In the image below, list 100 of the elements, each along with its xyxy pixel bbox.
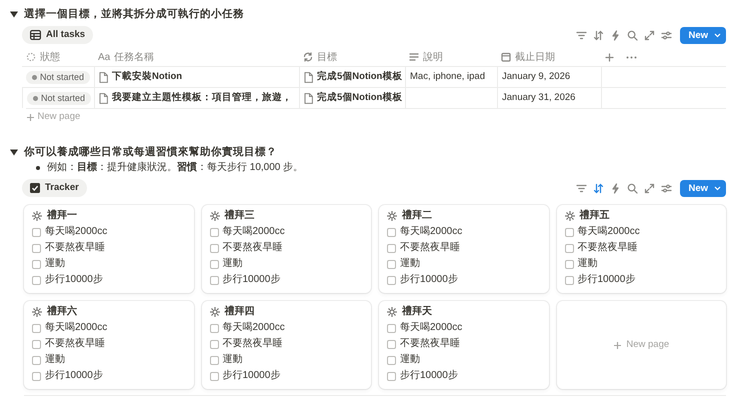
sort-icon[interactable]: [592, 30, 604, 40]
document-icon: [304, 92, 313, 104]
habit-label: 每天喝2000cc: [400, 321, 462, 335]
checkbox[interactable]: [32, 228, 41, 236]
view-tab[interactable]: All tasks: [22, 26, 94, 44]
habit-label: 不要熬夜早睡: [578, 241, 638, 255]
habit-label: 步行10000步: [222, 273, 280, 287]
column-header: 目標: [317, 50, 337, 64]
add-icon: [613, 340, 622, 350]
column-header: 狀態: [40, 50, 60, 64]
view-tab[interactable]: Tracker: [22, 179, 87, 197]
checkbox[interactable]: [210, 260, 218, 268]
checkbox[interactable]: [32, 244, 41, 252]
habit-label: 每天喝2000cc: [45, 321, 108, 335]
lightning-icon[interactable]: [610, 30, 621, 40]
checkbox[interactable]: [32, 356, 41, 364]
checkbox[interactable]: [210, 324, 218, 332]
table-cell-text: January 9, 2026: [502, 70, 570, 84]
checkbox[interactable]: [387, 276, 396, 284]
sliders-icon[interactable]: [660, 182, 672, 194]
habit-label: 運動: [400, 257, 420, 271]
habit-card[interactable]: 禮拜二 每天喝2000cc 不要熬夜早睡 運動 步行10000步: [379, 205, 548, 293]
toggle-icon[interactable]: [10, 148, 18, 156]
table-icon: [30, 30, 41, 40]
habit-card[interactable]: 禮拜六 每天喝2000cc 不要熬夜早睡 運動 步行10000步: [24, 301, 194, 389]
sun-icon: [32, 211, 42, 221]
checkbox[interactable]: [32, 340, 41, 348]
column-type-label: Aa: [98, 50, 110, 64]
card-title: 禮拜一: [47, 209, 77, 223]
table-cell-text: Mac, iphone, ipad: [410, 70, 485, 84]
checkbox[interactable]: [32, 260, 41, 268]
expand-icon[interactable]: [644, 30, 655, 40]
checkbox[interactable]: [32, 276, 41, 284]
checkbox[interactable]: [564, 244, 574, 252]
filter-icon[interactable]: [576, 182, 587, 194]
task-name[interactable]: 下載安裝Notion: [112, 70, 182, 84]
checkbox[interactable]: [387, 244, 396, 252]
habit-card[interactable]: 禮拜三 每天喝2000cc 不要熬夜早睡 運動 步行10000步: [202, 205, 371, 293]
checkbox[interactable]: [564, 228, 574, 236]
status-icon: [26, 52, 36, 62]
habit-label: 不要熬夜早睡: [45, 337, 105, 351]
lightning-icon[interactable]: [610, 182, 621, 194]
sun-icon: [210, 211, 220, 221]
habit-label: 運動: [45, 353, 65, 367]
sun-icon: [387, 307, 397, 317]
habit-label: 步行10000步: [400, 273, 458, 287]
column-header: 說明: [423, 50, 443, 64]
checkbox[interactable]: [387, 228, 396, 236]
habit-card[interactable]: 禮拜天 每天喝2000cc 不要熬夜早睡 運動 步行10000步: [379, 301, 548, 389]
search-icon[interactable]: [626, 182, 638, 194]
goal-link[interactable]: 完成5個Notion模板: [317, 90, 402, 106]
checkbox[interactable]: [32, 372, 41, 380]
checkbox[interactable]: [387, 356, 396, 364]
habit-label: 不要熬夜早睡: [222, 241, 282, 255]
habit-label: 步行10000步: [45, 273, 103, 287]
card-title: 禮拜五: [580, 209, 610, 223]
checkbox[interactable]: [564, 260, 574, 268]
habit-label: 每天喝2000cc: [45, 225, 108, 239]
task-name[interactable]: 我要建立主題性模板：項目管理，旅遊，: [112, 90, 292, 106]
habit-card[interactable]: 禮拜四 每天喝2000cc 不要熬夜早睡 運動 步行10000步: [202, 301, 371, 389]
filter-icon[interactable]: [576, 30, 587, 40]
card-title: 禮拜三: [224, 209, 254, 223]
habit-label: 運動: [578, 257, 598, 271]
habit-label: 運動: [45, 257, 65, 271]
sort-icon[interactable]: [592, 182, 604, 194]
arrows-icon: [303, 52, 313, 62]
document-icon: [99, 92, 108, 104]
sun-icon: [210, 307, 220, 317]
checkbox[interactable]: [210, 340, 218, 348]
checkbox[interactable]: [387, 372, 396, 380]
habit-card[interactable]: 禮拜一 每天喝2000cc 不要熬夜早睡 運動 步行10000步: [24, 205, 194, 293]
checkbox[interactable]: [210, 372, 218, 380]
more-icon[interactable]: [626, 56, 637, 58]
add-icon[interactable]: [605, 52, 614, 62]
card-title: 禮拜六: [47, 305, 77, 319]
goal-link[interactable]: 完成5個Notion模板: [317, 70, 402, 84]
section-heading: 你可以養成哪些日常或每週習慣來幫助你實現目標？: [24, 145, 277, 160]
habit-card[interactable]: 禮拜五 每天喝2000cc 不要熬夜早睡 運動 步行10000步: [556, 205, 726, 293]
card-title: 禮拜四: [224, 305, 254, 319]
sliders-icon[interactable]: [660, 30, 672, 40]
checkbox[interactable]: [210, 356, 218, 364]
add-icon: [26, 113, 35, 122]
checkbox[interactable]: [210, 228, 218, 236]
habit-label: 步行10000步: [45, 369, 103, 383]
expand-icon[interactable]: [644, 182, 655, 194]
checkbox[interactable]: [387, 260, 396, 268]
checkbox[interactable]: [564, 276, 574, 284]
checkbox[interactable]: [387, 324, 396, 332]
habit-label: 不要熬夜早睡: [400, 241, 460, 255]
checkbox[interactable]: [210, 276, 218, 284]
caret-icon: [714, 186, 721, 190]
checkbox[interactable]: [32, 324, 41, 332]
card-title: 禮拜二: [402, 209, 432, 223]
bullet-text: 例如：目標：提升健康狀況。習慣：每天步行 10,000 步。: [47, 160, 304, 175]
habit-label: 不要熬夜早睡: [400, 337, 460, 351]
checkbox[interactable]: [210, 244, 218, 252]
checkbox[interactable]: [387, 340, 396, 348]
toggle-icon[interactable]: [10, 10, 18, 18]
search-icon[interactable]: [626, 30, 638, 40]
status-pill: Not started: [26, 70, 90, 84]
